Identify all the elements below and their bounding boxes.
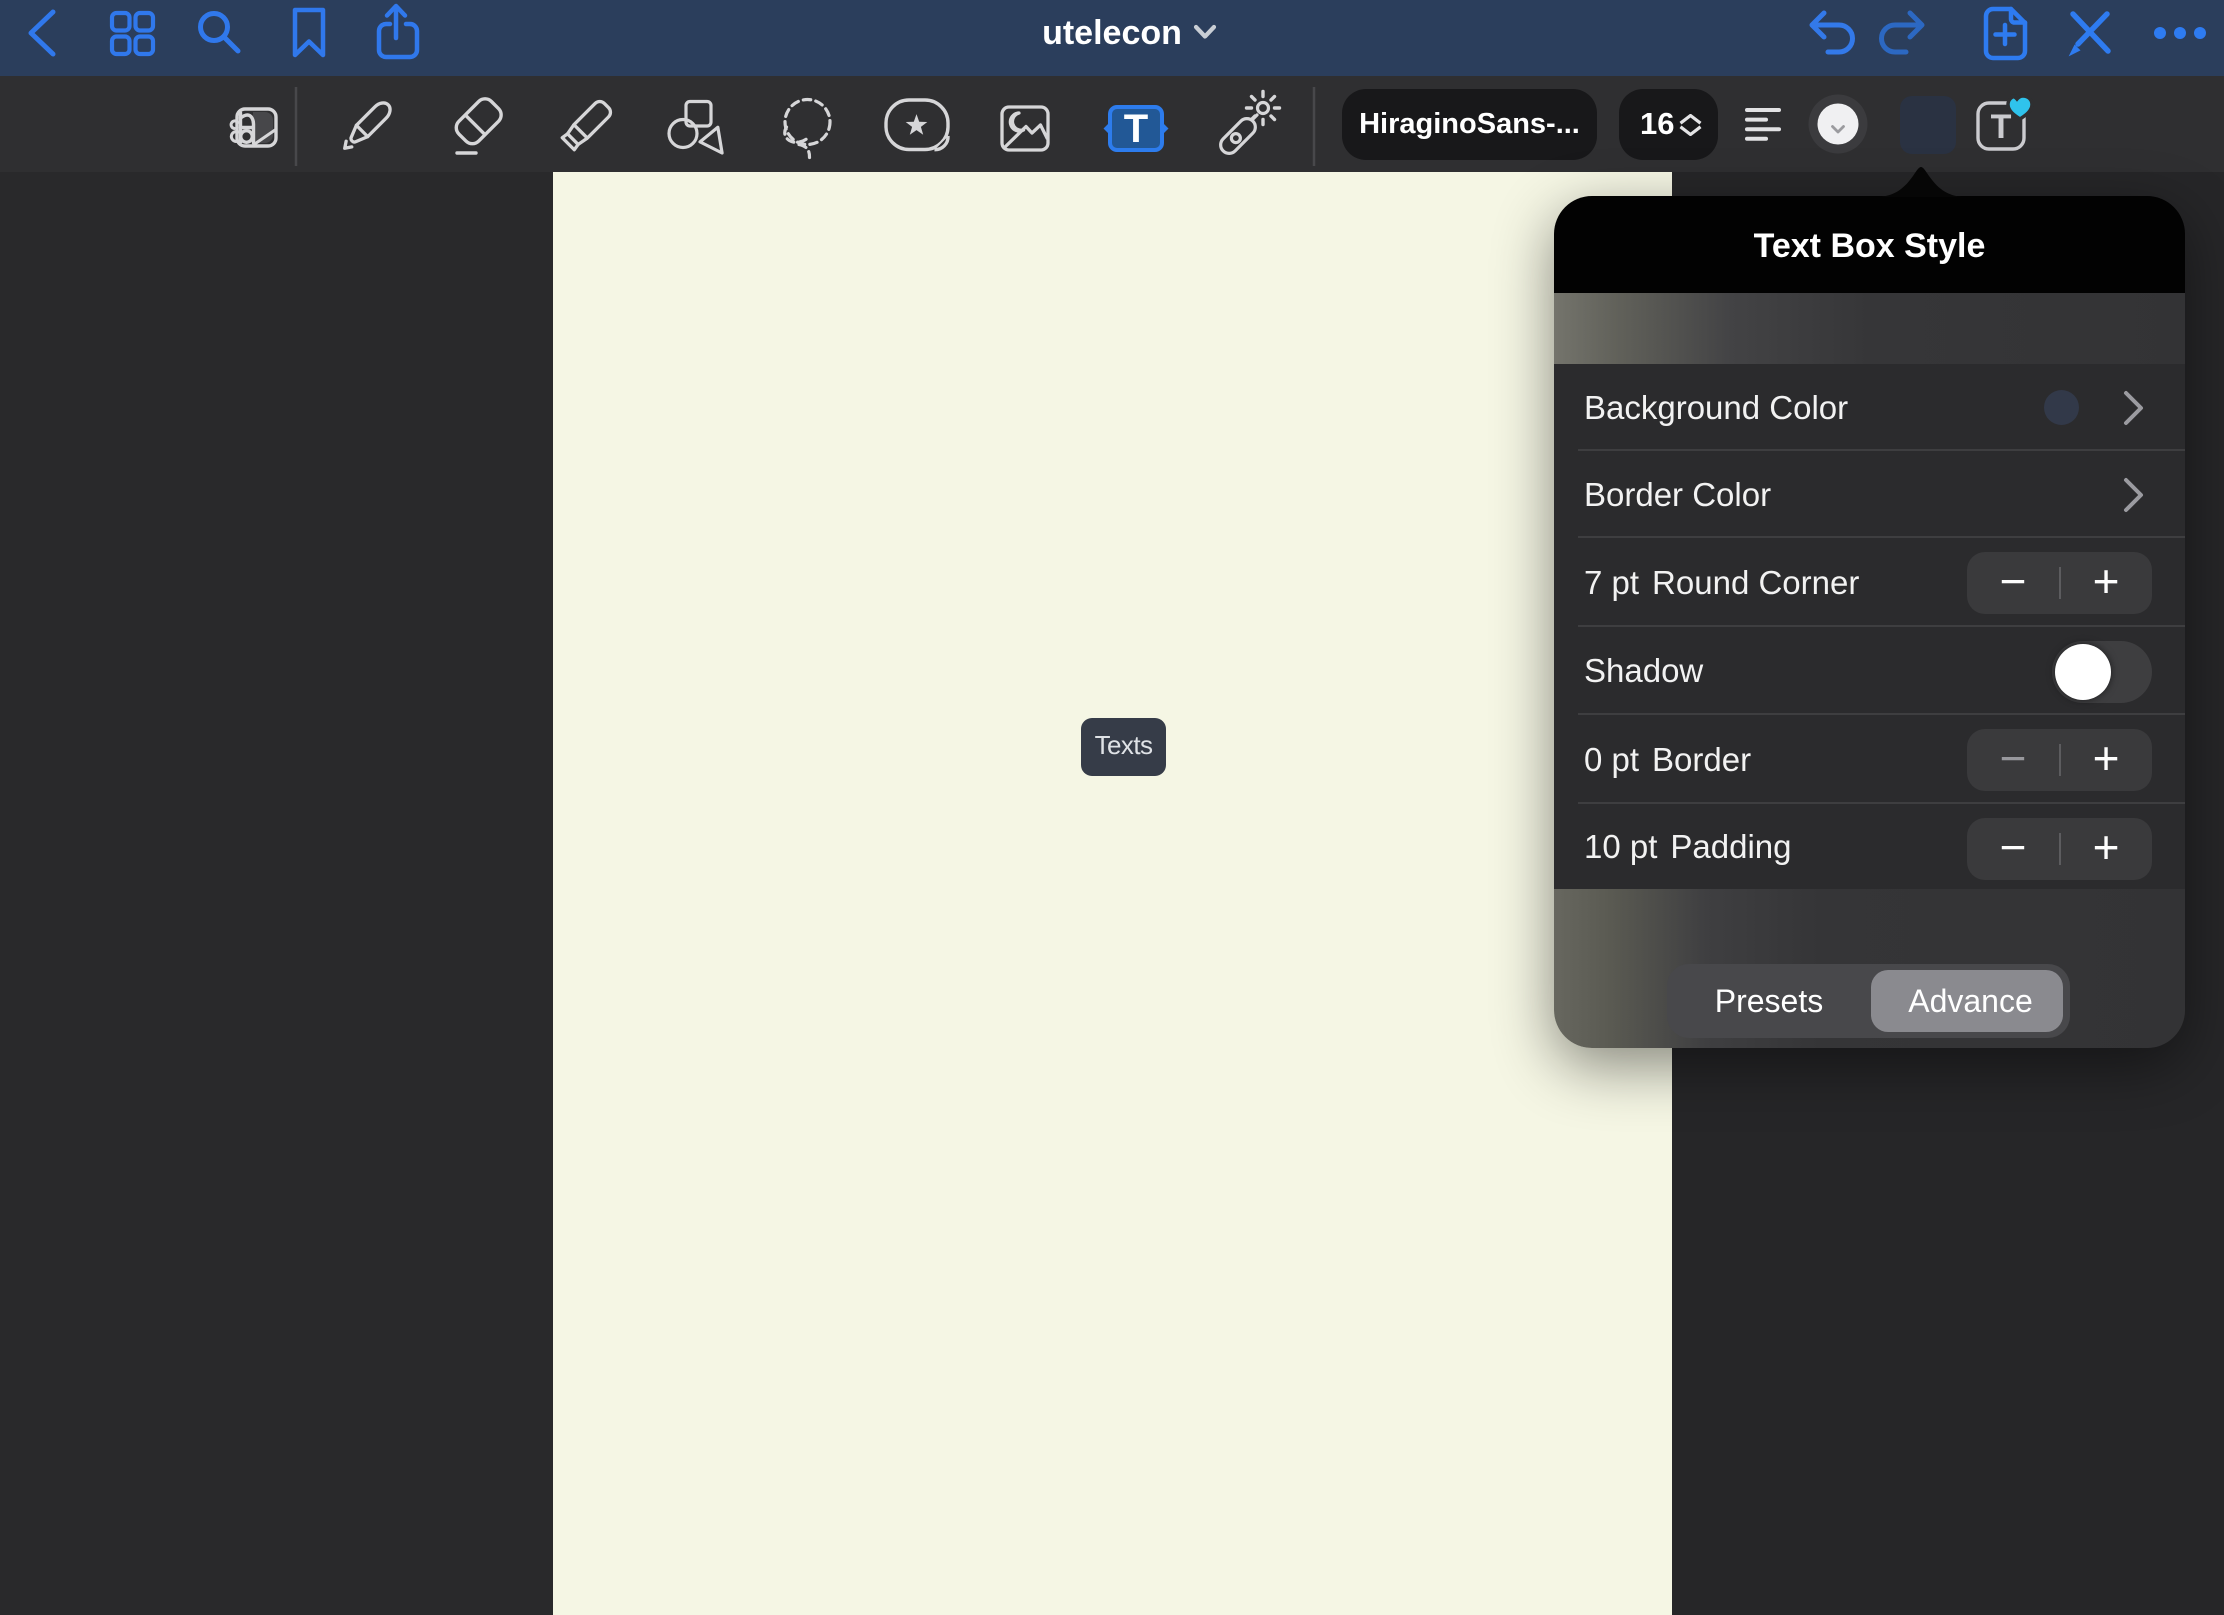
svg-text:T: T bbox=[1991, 108, 2012, 146]
svg-text:T: T bbox=[1124, 107, 1148, 151]
